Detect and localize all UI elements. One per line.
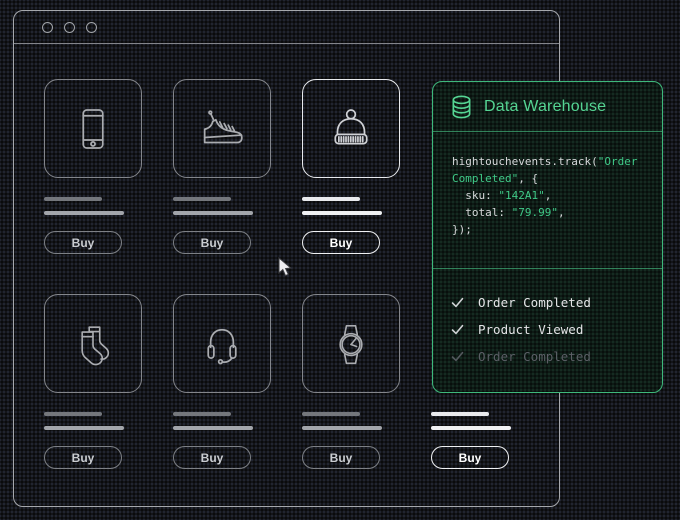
text-placeholder-line [173,197,231,201]
product-card[interactable] [44,294,142,393]
buy-button[interactable]: Buy [44,446,122,469]
product-card[interactable] [302,294,400,393]
code-line: sku: "142A1", [452,187,650,204]
text-placeholder-line [302,426,382,430]
buy-button[interactable]: Buy [44,231,122,254]
code-line: hightouchevents.track("Order [452,153,650,170]
event-list: Order Completed Product Viewed Order Com… [433,269,662,392]
product-card[interactable] [173,79,271,178]
database-icon [450,94,473,120]
product-cell-phone: Buy [44,79,142,254]
buy-button[interactable]: Buy [302,446,380,469]
checkmark-icon [451,323,464,336]
buy-button[interactable]: Buy [173,446,251,469]
text-placeholder-line [44,412,102,416]
text-placeholder-line [431,412,489,416]
checkmark-icon [451,296,464,309]
checkmark-icon [451,350,464,363]
text-placeholder-line [431,426,511,430]
event-item: Order Completed [451,289,652,316]
data-warehouse-header: Data Warehouse [433,82,662,132]
buy-button[interactable]: Buy [431,446,509,469]
text-placeholder-line [302,197,360,201]
product-cell-beanie: Buy [302,79,400,254]
window-titlebar [14,11,559,44]
code-line: total: "79.99", [452,204,650,221]
panel-title: Data Warehouse [484,98,606,116]
buy-button[interactable]: Buy [173,231,251,254]
tracking-code-snippet: hightouchevents.track("Order Completed",… [433,132,662,269]
headset-icon [196,318,248,370]
text-placeholder-line [44,426,124,430]
text-placeholder-line [173,426,253,430]
product-card[interactable] [44,79,142,178]
text-placeholder-line [302,211,382,215]
sneaker-icon [196,103,248,155]
event-item: Product Viewed [451,316,652,343]
event-label: Order Completed [478,295,591,310]
event-label: Product Viewed [478,322,583,337]
code-line: }); [452,221,650,238]
scene: Buy Buy [0,0,680,520]
product-cell-watch: Buy [302,294,400,469]
arrow-pointer-icon [277,257,294,283]
watch-icon [325,318,377,370]
data-warehouse-panel: Data Warehouse hightouchevents.track("Or… [432,81,663,393]
window-control-dot[interactable] [86,22,97,33]
text-placeholder-line [173,412,231,416]
window-control-dot[interactable] [42,22,53,33]
event-item: Order Completed [451,343,652,370]
product-card[interactable] [302,79,400,178]
beanie-icon [325,103,377,155]
event-label: Order Completed [478,349,591,364]
product-cell-sneaker: Buy [173,79,271,254]
text-placeholder-line [44,197,102,201]
text-placeholder-line [302,412,360,416]
text-placeholder-line [44,211,124,215]
socks-icon [67,318,119,370]
product-cell-headphones: Buy [173,294,271,469]
window-control-dot[interactable] [64,22,75,33]
product-cell-socks: Buy [44,294,142,469]
text-placeholder-line [173,211,253,215]
smartphone-icon [67,103,119,155]
code-line: Completed", { [452,170,650,187]
buy-button[interactable]: Buy [302,231,380,254]
product-card[interactable] [173,294,271,393]
